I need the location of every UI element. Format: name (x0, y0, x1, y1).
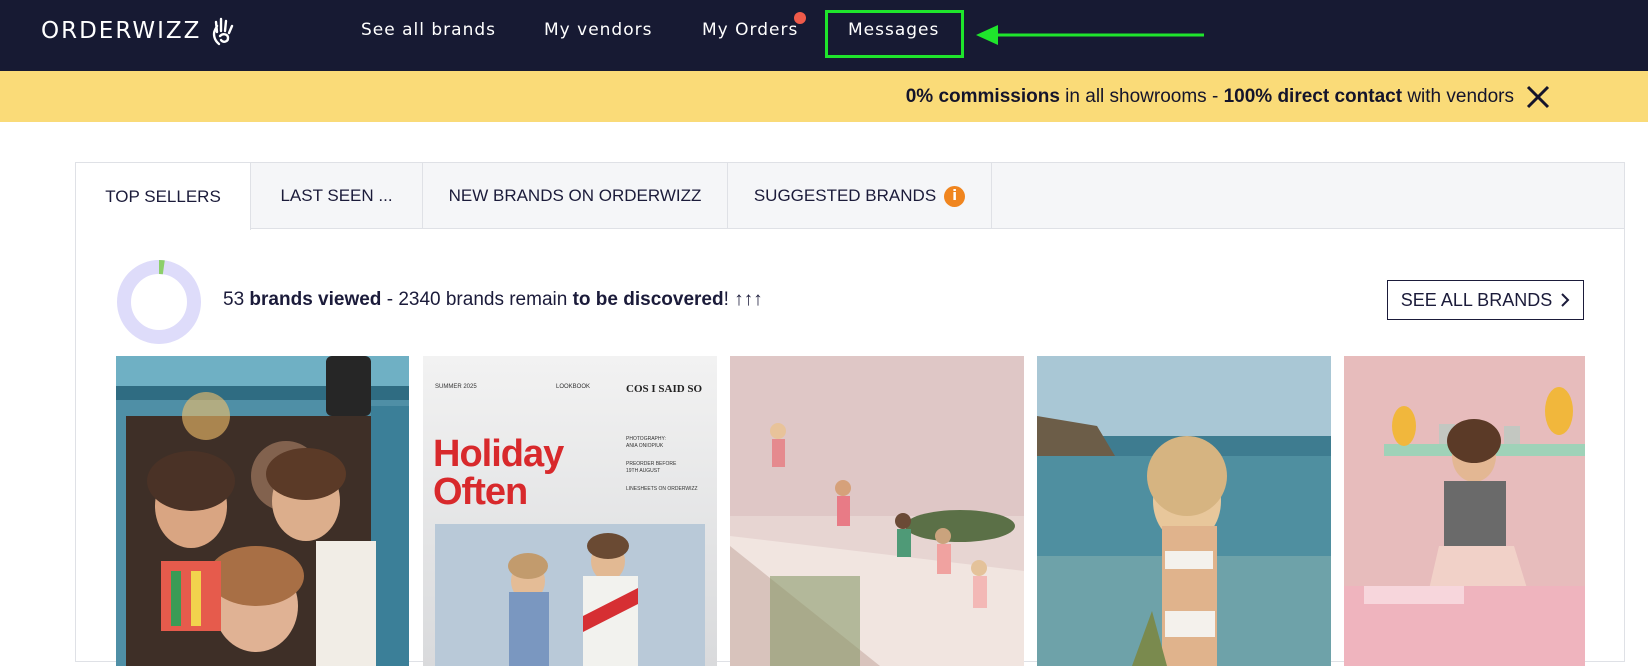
banner-commissions: 0% commissions (905, 86, 1060, 107)
banner-text-1: in all showrooms - (1059, 86, 1224, 107)
tab-last-seen[interactable]: LAST SEEN ... (251, 163, 423, 229)
logo-text: ORDERWIZZ (41, 18, 202, 44)
lookbook-preorder-1: PREORDER BEFORE (626, 461, 677, 467)
ok-hand-icon (213, 17, 234, 46)
lookbook-credit-2: ANIA ONIOPIUK (626, 443, 664, 449)
chevron-right-icon (1561, 293, 1570, 307)
progress-donut (117, 260, 201, 344)
discover-label: to be discovered (572, 289, 724, 310)
viewed-count: 53 (223, 289, 245, 310)
promo-banner: 0% commissions in all showrooms - 100% d… (0, 71, 1648, 122)
tab-label: TOP SELLERS (105, 186, 221, 206)
brands-stats: 53 brands viewed - 2340 brands remain to… (223, 289, 763, 311)
close-icon[interactable] (1525, 84, 1551, 110)
lookbook-title-1: Holiday (433, 433, 564, 475)
lookbook-kind: LOOKBOOK (556, 384, 590, 390)
banner-direct-contact: 100% direct contact (1223, 86, 1403, 107)
tab-label: LAST SEEN ... (280, 186, 393, 205)
orderwizz-logo[interactable]: ORDERWIZZ (41, 16, 237, 46)
brand-tabs: TOP SELLERS LAST SEEN ... NEW BRANDS ON … (76, 163, 1624, 230)
lookbook-season: SUMMER 2025 (435, 384, 477, 390)
tab-top-sellers[interactable]: TOP SELLERS (76, 163, 251, 230)
brand-photo-beach (1037, 356, 1331, 666)
tab-label: NEW BRANDS ON ORDERWIZZ (448, 186, 702, 205)
lookbook-title-2: Often (433, 471, 527, 513)
brand-photo-pink-room (1344, 356, 1585, 666)
brands-panel: TOP SELLERS LAST SEEN ... NEW BRANDS ON … (75, 162, 1625, 666)
brand-card-2[interactable]: SUMMER 2025 LOOKBOOK COS I SAID SO Holid… (423, 356, 717, 666)
brand-card-3[interactable] (730, 356, 1024, 666)
tab-new-brands[interactable]: NEW BRANDS ON ORDERWIZZ (423, 163, 728, 229)
nav-my-orders[interactable]: My Orders (702, 20, 798, 42)
lookbook-linesheets: LINESHEETS ON ORDERWIZZ (626, 486, 698, 492)
brand-photo-lookbook: SUMMER 2025 LOOKBOOK COS I SAID SO Holid… (423, 356, 717, 666)
brand-card-1[interactable] (116, 356, 409, 666)
stats-tail: ! ↑↑↑ (723, 289, 763, 310)
lookbook-credit-1: PHOTOGRAPHY: (626, 436, 666, 442)
brand-photo-stairs (730, 356, 1024, 666)
remain-text: 2340 brands remain (398, 289, 573, 310)
banner-message: 0% commissions in all showrooms - 100% d… (906, 86, 1514, 108)
top-navigation-bar: ORDERWIZZ See all brands My vendors My O… (0, 0, 1648, 71)
banner-text-2: with vendors (1402, 86, 1514, 107)
brand-card-5[interactable] (1344, 356, 1585, 666)
nav-my-vendors[interactable]: My vendors (544, 20, 652, 42)
see-all-brands-button[interactable]: SEE ALL BRANDS (1387, 280, 1584, 320)
viewed-label: brands viewed (249, 289, 382, 310)
nav-see-all-brands[interactable]: See all brands (361, 20, 496, 42)
stats-separator: - (381, 289, 399, 310)
tab-label: SUGGESTED BRANDS (753, 186, 937, 205)
brand-photo-kids-van (116, 356, 409, 666)
lookbook-preorder-2: 19TH AUGUST (626, 468, 660, 474)
messages-highlight-box (825, 10, 964, 58)
see-all-label: SEE ALL BRANDS (1400, 289, 1553, 310)
lookbook-brand: COS I SAID SO (626, 383, 703, 395)
brand-card-4[interactable] (1037, 356, 1331, 666)
info-icon[interactable]: i (944, 185, 966, 207)
pointer-arrow-icon (976, 25, 1204, 45)
tab-suggested-brands[interactable]: SUGGESTED BRANDS i (728, 163, 992, 229)
orders-notification-dot (794, 12, 806, 24)
